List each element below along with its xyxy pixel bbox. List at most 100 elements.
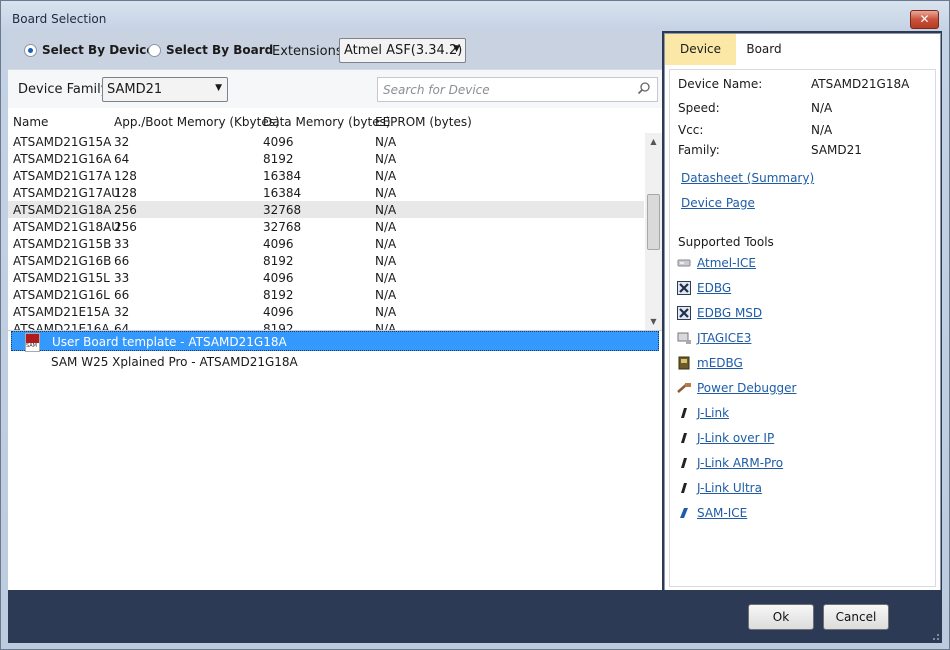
cell-app-memory: 66 [114, 254, 130, 268]
cell-eeprom: N/A [375, 288, 397, 302]
board-label: User Board template - ATSAMD21G18A [52, 335, 287, 349]
tool-link[interactable]: J-Link [697, 406, 729, 420]
cell-app-memory: 66 [114, 288, 130, 302]
cell-eeprom: N/A [375, 220, 397, 234]
cell-eeprom: N/A [375, 169, 397, 183]
resize-grip-icon[interactable] [930, 631, 940, 641]
window-title: Board Selection [12, 12, 107, 26]
table-header: Name App./Boot Memory (Kbytes) Data Memo… [8, 108, 662, 133]
tab-board[interactable]: Board [736, 34, 792, 65]
table-row[interactable]: ATSAMD21G15L 33 4096 N/A [8, 269, 644, 286]
board-item-sam-w25[interactable]: SAM W25 Xplained Pro - ATSAMD21G18A [11, 352, 659, 372]
table-row[interactable]: ATSAMD21E15A 32 4096 N/A [8, 303, 644, 320]
cell-app-memory: 128 [114, 169, 137, 183]
cell-data-memory: 4096 [263, 237, 294, 251]
supported-tools-heading: Supported Tools [678, 235, 774, 249]
tool-link[interactable]: JTAGICE3 [697, 331, 751, 345]
tool-link[interactable]: J-Link over IP [697, 431, 774, 445]
j-link-icon [677, 406, 692, 420]
cell-eeprom: N/A [375, 305, 397, 319]
table-row[interactable]: ATSAMD21G18A 256 32768 N/A [8, 201, 644, 218]
dialog-footer: Ok Cancel [8, 590, 942, 643]
select-by-device-label: Select By Device [42, 43, 155, 57]
cell-app-memory: 64 [114, 322, 130, 330]
device-table: Name App./Boot Memory (Kbytes) Data Memo… [8, 108, 662, 330]
board-label: SAM W25 Xplained Pro - ATSAMD21G18A [51, 355, 298, 369]
select-by-board-radio[interactable]: Select By Board [148, 43, 273, 57]
column-header-data-memory[interactable]: Data Memory (bytes) [263, 115, 391, 129]
device-details: Device Name: ATSAMD21G18A Speed: N/A Vcc… [669, 69, 936, 587]
cell-name: ATSAMD21E16A [13, 322, 110, 330]
cell-name: ATSAMD21G15L [13, 271, 110, 285]
tool-link[interactable]: J-Link ARM-Pro [697, 456, 783, 470]
device-search-input[interactable]: Search for Device [377, 77, 658, 102]
edbg-msd-icon [677, 306, 692, 320]
device-name-value: ATSAMD21G18A [811, 77, 910, 91]
cell-name: ATSAMD21G17A [13, 169, 112, 183]
board-item-user-board[interactable]: User Board template - ATSAMD21G18A [11, 331, 659, 352]
table-row[interactable]: ATSAMD21G16A 64 8192 N/A [8, 150, 644, 167]
ok-button[interactable]: Ok [748, 604, 814, 630]
cell-eeprom: N/A [375, 152, 397, 166]
column-header-name[interactable]: Name [13, 115, 48, 129]
close-icon: ✕ [919, 12, 930, 26]
device-family-label: Device Family [18, 82, 109, 97]
vertical-scrollbar[interactable]: ▲ ▼ [645, 133, 662, 330]
table-row[interactable]: ATSAMD21G16L 66 8192 N/A [8, 286, 644, 303]
tool-link[interactable]: Atmel-ICE [697, 256, 756, 270]
device-page-link[interactable]: Device Page [681, 196, 755, 210]
cell-name: ATSAMD21G16L [13, 288, 110, 302]
table-row[interactable]: ATSAMD21G16B 66 8192 N/A [8, 252, 644, 269]
cell-name: ATSAMD21G15B [13, 237, 112, 251]
vcc-label: Vcc: [678, 123, 704, 137]
cell-data-memory: 16384 [263, 186, 302, 200]
cancel-button[interactable]: Cancel [823, 604, 889, 630]
cell-eeprom: N/A [375, 322, 397, 330]
cell-data-memory: 4096 [263, 135, 294, 149]
title-bar[interactable]: Board Selection ✕ [1, 1, 949, 31]
tool-link[interactable]: EDBG [697, 281, 731, 295]
scroll-down-icon[interactable]: ▼ [645, 313, 662, 330]
search-icon[interactable] [637, 81, 651, 95]
table-row[interactable]: ATSAMD21G15A 32 4096 N/A [8, 133, 644, 150]
scrollbar-thumb[interactable] [647, 194, 660, 250]
tool-link[interactable]: J-Link Ultra [697, 481, 762, 495]
board-list: User Board template - ATSAMD21G18A SAM W… [8, 330, 662, 591]
cell-name: ATSAMD21G16A [13, 152, 112, 166]
table-row[interactable]: ATSAMD21E16A 64 8192 N/A [8, 320, 644, 330]
device-family-dropdown[interactable]: SAMD21 ▼ [102, 77, 228, 102]
tool-link[interactable]: EDBG MSD [697, 306, 762, 320]
cell-app-memory: 33 [114, 237, 130, 251]
select-by-board-label: Select By Board [166, 43, 274, 57]
scroll-up-icon[interactable]: ▲ [645, 133, 662, 150]
table-row[interactable]: ATSAMD21G17A 128 16384 N/A [8, 167, 644, 184]
cell-data-memory: 16384 [263, 169, 302, 183]
select-by-device-radio[interactable]: Select By Device [24, 43, 155, 57]
edbg-icon [677, 281, 692, 295]
cell-eeprom: N/A [375, 271, 397, 285]
extensions-dropdown[interactable]: Atmel ASF(3.34.2) ▼ [339, 38, 466, 63]
extensions-value: Atmel ASF(3.34.2) [344, 43, 463, 58]
tool-link[interactable]: Power Debugger [697, 381, 797, 395]
filter-bar: Device Family SAMD21 ▼ Search for Device [8, 69, 662, 108]
j-link-icon [677, 481, 692, 495]
cell-app-memory: 33 [114, 271, 130, 285]
cell-eeprom: N/A [375, 203, 397, 217]
tool-link[interactable]: mEDBG [697, 356, 743, 370]
tool-link[interactable]: SAM-ICE [697, 506, 747, 520]
cell-data-memory: 8192 [263, 254, 294, 268]
close-button[interactable]: ✕ [910, 10, 939, 29]
table-row[interactable]: ATSAMD21G15B 33 4096 N/A [8, 235, 644, 252]
tab-device[interactable]: Device [665, 34, 736, 65]
column-header-eeprom[interactable]: EEPROM (bytes) [375, 115, 472, 129]
table-row[interactable]: ATSAMD21G17AU 128 16384 N/A [8, 184, 644, 201]
j-link-icon [677, 431, 692, 445]
datasheet-link[interactable]: Datasheet (Summary) [681, 171, 814, 185]
radio-checked-icon [24, 43, 37, 57]
cell-name: ATSAMD21G18A [13, 203, 112, 217]
board-selection-window: Board Selection ✕ Select By Device Selec… [0, 0, 950, 650]
table-row[interactable]: ATSAMD21G18AU 256 32768 N/A [8, 218, 644, 235]
cell-name: ATSAMD21G18AU [13, 220, 121, 234]
column-header-app-memory[interactable]: App./Boot Memory (Kbytes) [114, 115, 280, 129]
j-link-icon [677, 456, 692, 470]
